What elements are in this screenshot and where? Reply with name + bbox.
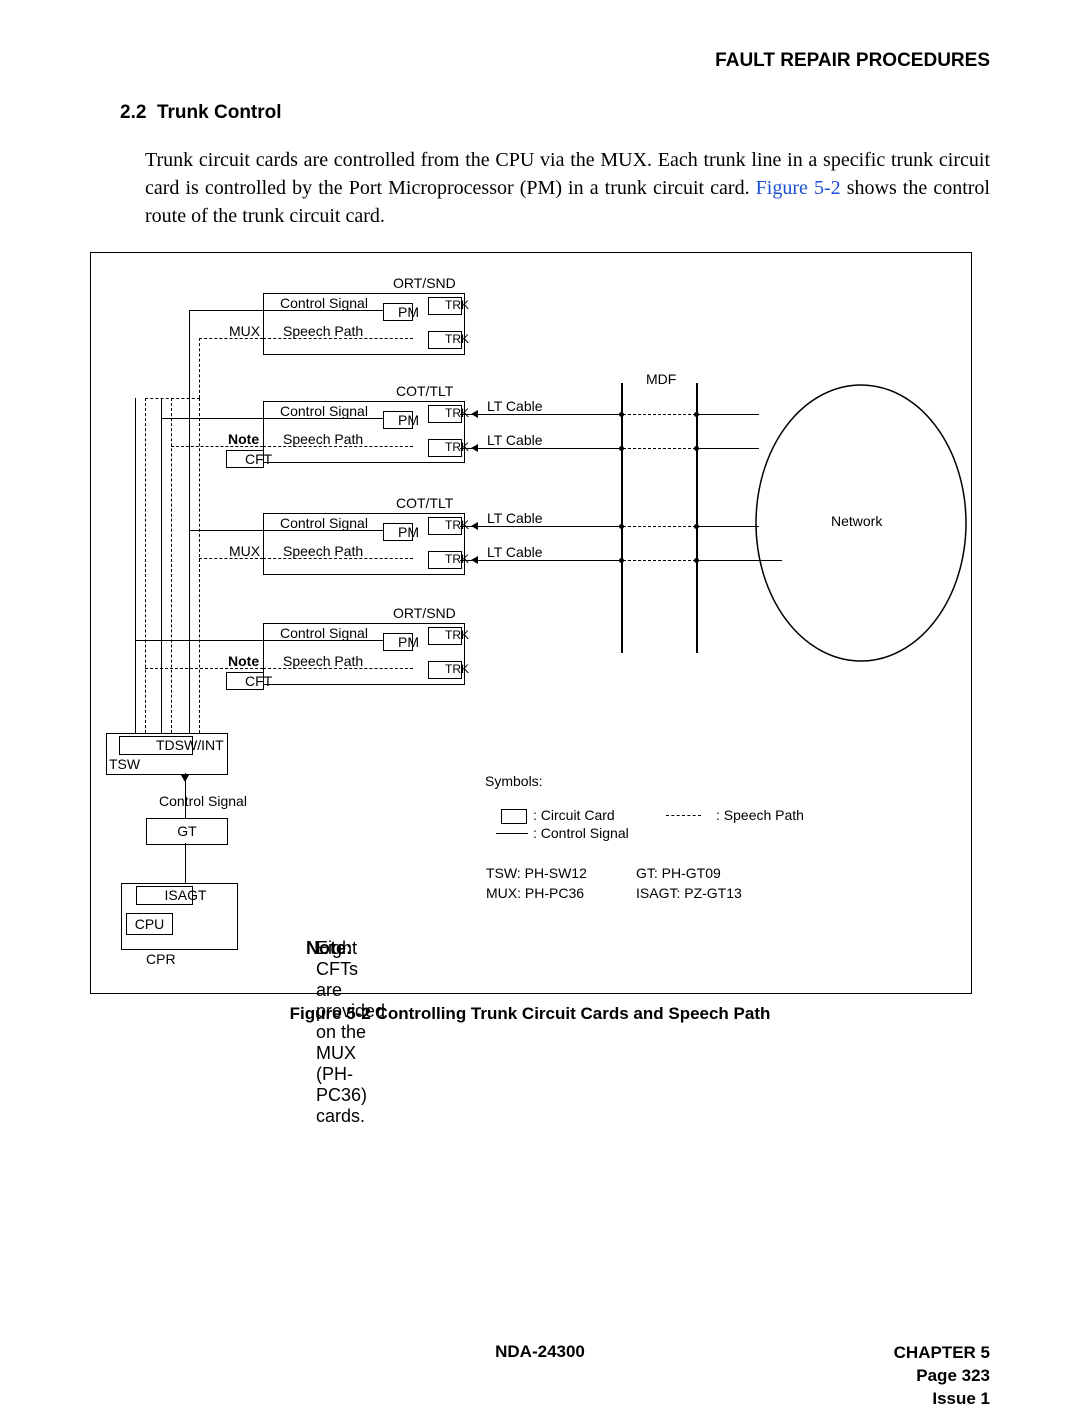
riser-icon xyxy=(135,398,136,733)
ctrl-label: Control Signal xyxy=(280,625,368,641)
tdsw-int-box: TDSW/INT xyxy=(119,736,193,755)
tsw-label: TSW xyxy=(109,756,140,772)
legend-tsw: TSW: PH-SW12 xyxy=(486,865,587,881)
lt-cable-label: LT Cable xyxy=(487,432,543,448)
legend-solid-icon xyxy=(496,833,528,834)
riser-speech-icon xyxy=(145,398,146,733)
lt-cable-label: LT Cable xyxy=(487,544,543,560)
arrow-icon xyxy=(471,556,478,564)
pm-box: PM xyxy=(383,523,413,541)
footer-page: Page 323 xyxy=(894,1365,990,1388)
legend-speech-path: : Speech Path xyxy=(716,807,804,823)
section-heading: 2.2 Trunk Control xyxy=(120,102,990,124)
section-title: Trunk Control xyxy=(157,102,282,123)
figure-reference-link[interactable]: Figure 5-2 xyxy=(756,177,841,199)
figure-note: Note: Eight CFTs are provided on the MUX… xyxy=(306,938,316,959)
cft-box: CFT xyxy=(226,672,264,690)
speech-label: Speech Path xyxy=(283,323,363,339)
arrow-icon xyxy=(181,775,189,782)
legend-circuit-card: : Circuit Card xyxy=(533,807,615,823)
legend-control-signal: : Control Signal xyxy=(533,825,629,841)
riser-icon xyxy=(161,398,162,733)
cpr-label: CPR xyxy=(146,951,176,967)
cpu-inner-box: CPU xyxy=(126,913,173,935)
mdf-label: MDF xyxy=(646,371,676,387)
note-label: Note xyxy=(228,653,259,669)
lt-cable-label: LT Cable xyxy=(487,398,543,414)
speech-label: Speech Path xyxy=(283,543,363,559)
note-label: Note xyxy=(228,431,259,447)
card-title: ORT/SND xyxy=(393,605,456,621)
trk-box: TRK xyxy=(428,551,462,569)
mdf-bar-left-icon xyxy=(621,383,623,653)
legend-dash-icon xyxy=(666,815,701,816)
card-title: ORT/SND xyxy=(393,275,456,291)
isagt-box: ISAGT xyxy=(136,886,193,905)
pm-box: PM xyxy=(383,303,413,321)
gt-box: GT xyxy=(146,818,228,845)
riser-speech-icon xyxy=(171,398,172,733)
ctrl-signal-label: Control Signal xyxy=(159,793,247,809)
card-title: COT/TLT xyxy=(396,495,453,511)
ctrl-label: Control Signal xyxy=(280,295,368,311)
trk-box: TRK xyxy=(428,439,462,457)
body-paragraph: Trunk circuit cards are controlled from … xyxy=(145,146,990,230)
trk-box: TRK xyxy=(428,331,462,349)
arrow-icon xyxy=(471,522,478,530)
card-title: COT/TLT xyxy=(396,383,453,399)
mux-label: MUX xyxy=(229,323,260,339)
pm-box: PM xyxy=(383,633,413,651)
riser-icon xyxy=(189,398,190,733)
trk-box: TRK xyxy=(428,661,462,679)
ctrl-label: Control Signal xyxy=(280,403,368,419)
ctrl-label: Control Signal xyxy=(280,515,368,531)
legend-isagt: ISAGT: PZ-GT13 xyxy=(636,885,742,901)
arrow-icon xyxy=(471,410,478,418)
footer-doc-id: NDA-24300 xyxy=(495,1342,585,1362)
footer-chapter: CHAPTER 5 xyxy=(894,1342,990,1365)
figure-5-2: Network MDF ORT/SND Control Signal Speec… xyxy=(90,252,972,994)
legend-box-icon xyxy=(501,809,527,824)
page-content: FAULT REPAIR PROCEDURES 2.2 Trunk Contro… xyxy=(90,50,990,1024)
pm-box: PM xyxy=(383,411,413,429)
speech-label: Speech Path xyxy=(283,431,363,447)
trk-box: TRK xyxy=(428,517,462,535)
lt-cable-label: LT Cable xyxy=(487,510,543,526)
arrow-icon xyxy=(471,444,478,452)
cft-box: CFT xyxy=(226,450,264,468)
running-header: FAULT REPAIR PROCEDURES xyxy=(90,50,990,72)
mux-label: MUX xyxy=(229,543,260,559)
section-number: 2.2 xyxy=(120,102,146,123)
speech-label: Speech Path xyxy=(283,653,363,669)
footer-issue: Issue 1 xyxy=(894,1388,990,1411)
legend-mux: MUX: PH-PC36 xyxy=(486,885,584,901)
figure-caption: Figure 5-2 Controlling Trunk Circuit Car… xyxy=(90,1004,970,1024)
network-label: Network xyxy=(831,513,882,529)
trk-box: TRK xyxy=(428,627,462,645)
symbols-heading: Symbols: xyxy=(485,773,543,789)
trk-box: TRK xyxy=(428,405,462,423)
mdf-bar-right-icon xyxy=(696,383,698,653)
trk-box: TRK xyxy=(428,297,462,315)
legend-gt: GT: PH-GT09 xyxy=(636,865,721,881)
note-text: Eight CFTs are provided on the MUX (PH-P… xyxy=(316,938,385,1127)
riser-speech-icon xyxy=(199,398,200,733)
